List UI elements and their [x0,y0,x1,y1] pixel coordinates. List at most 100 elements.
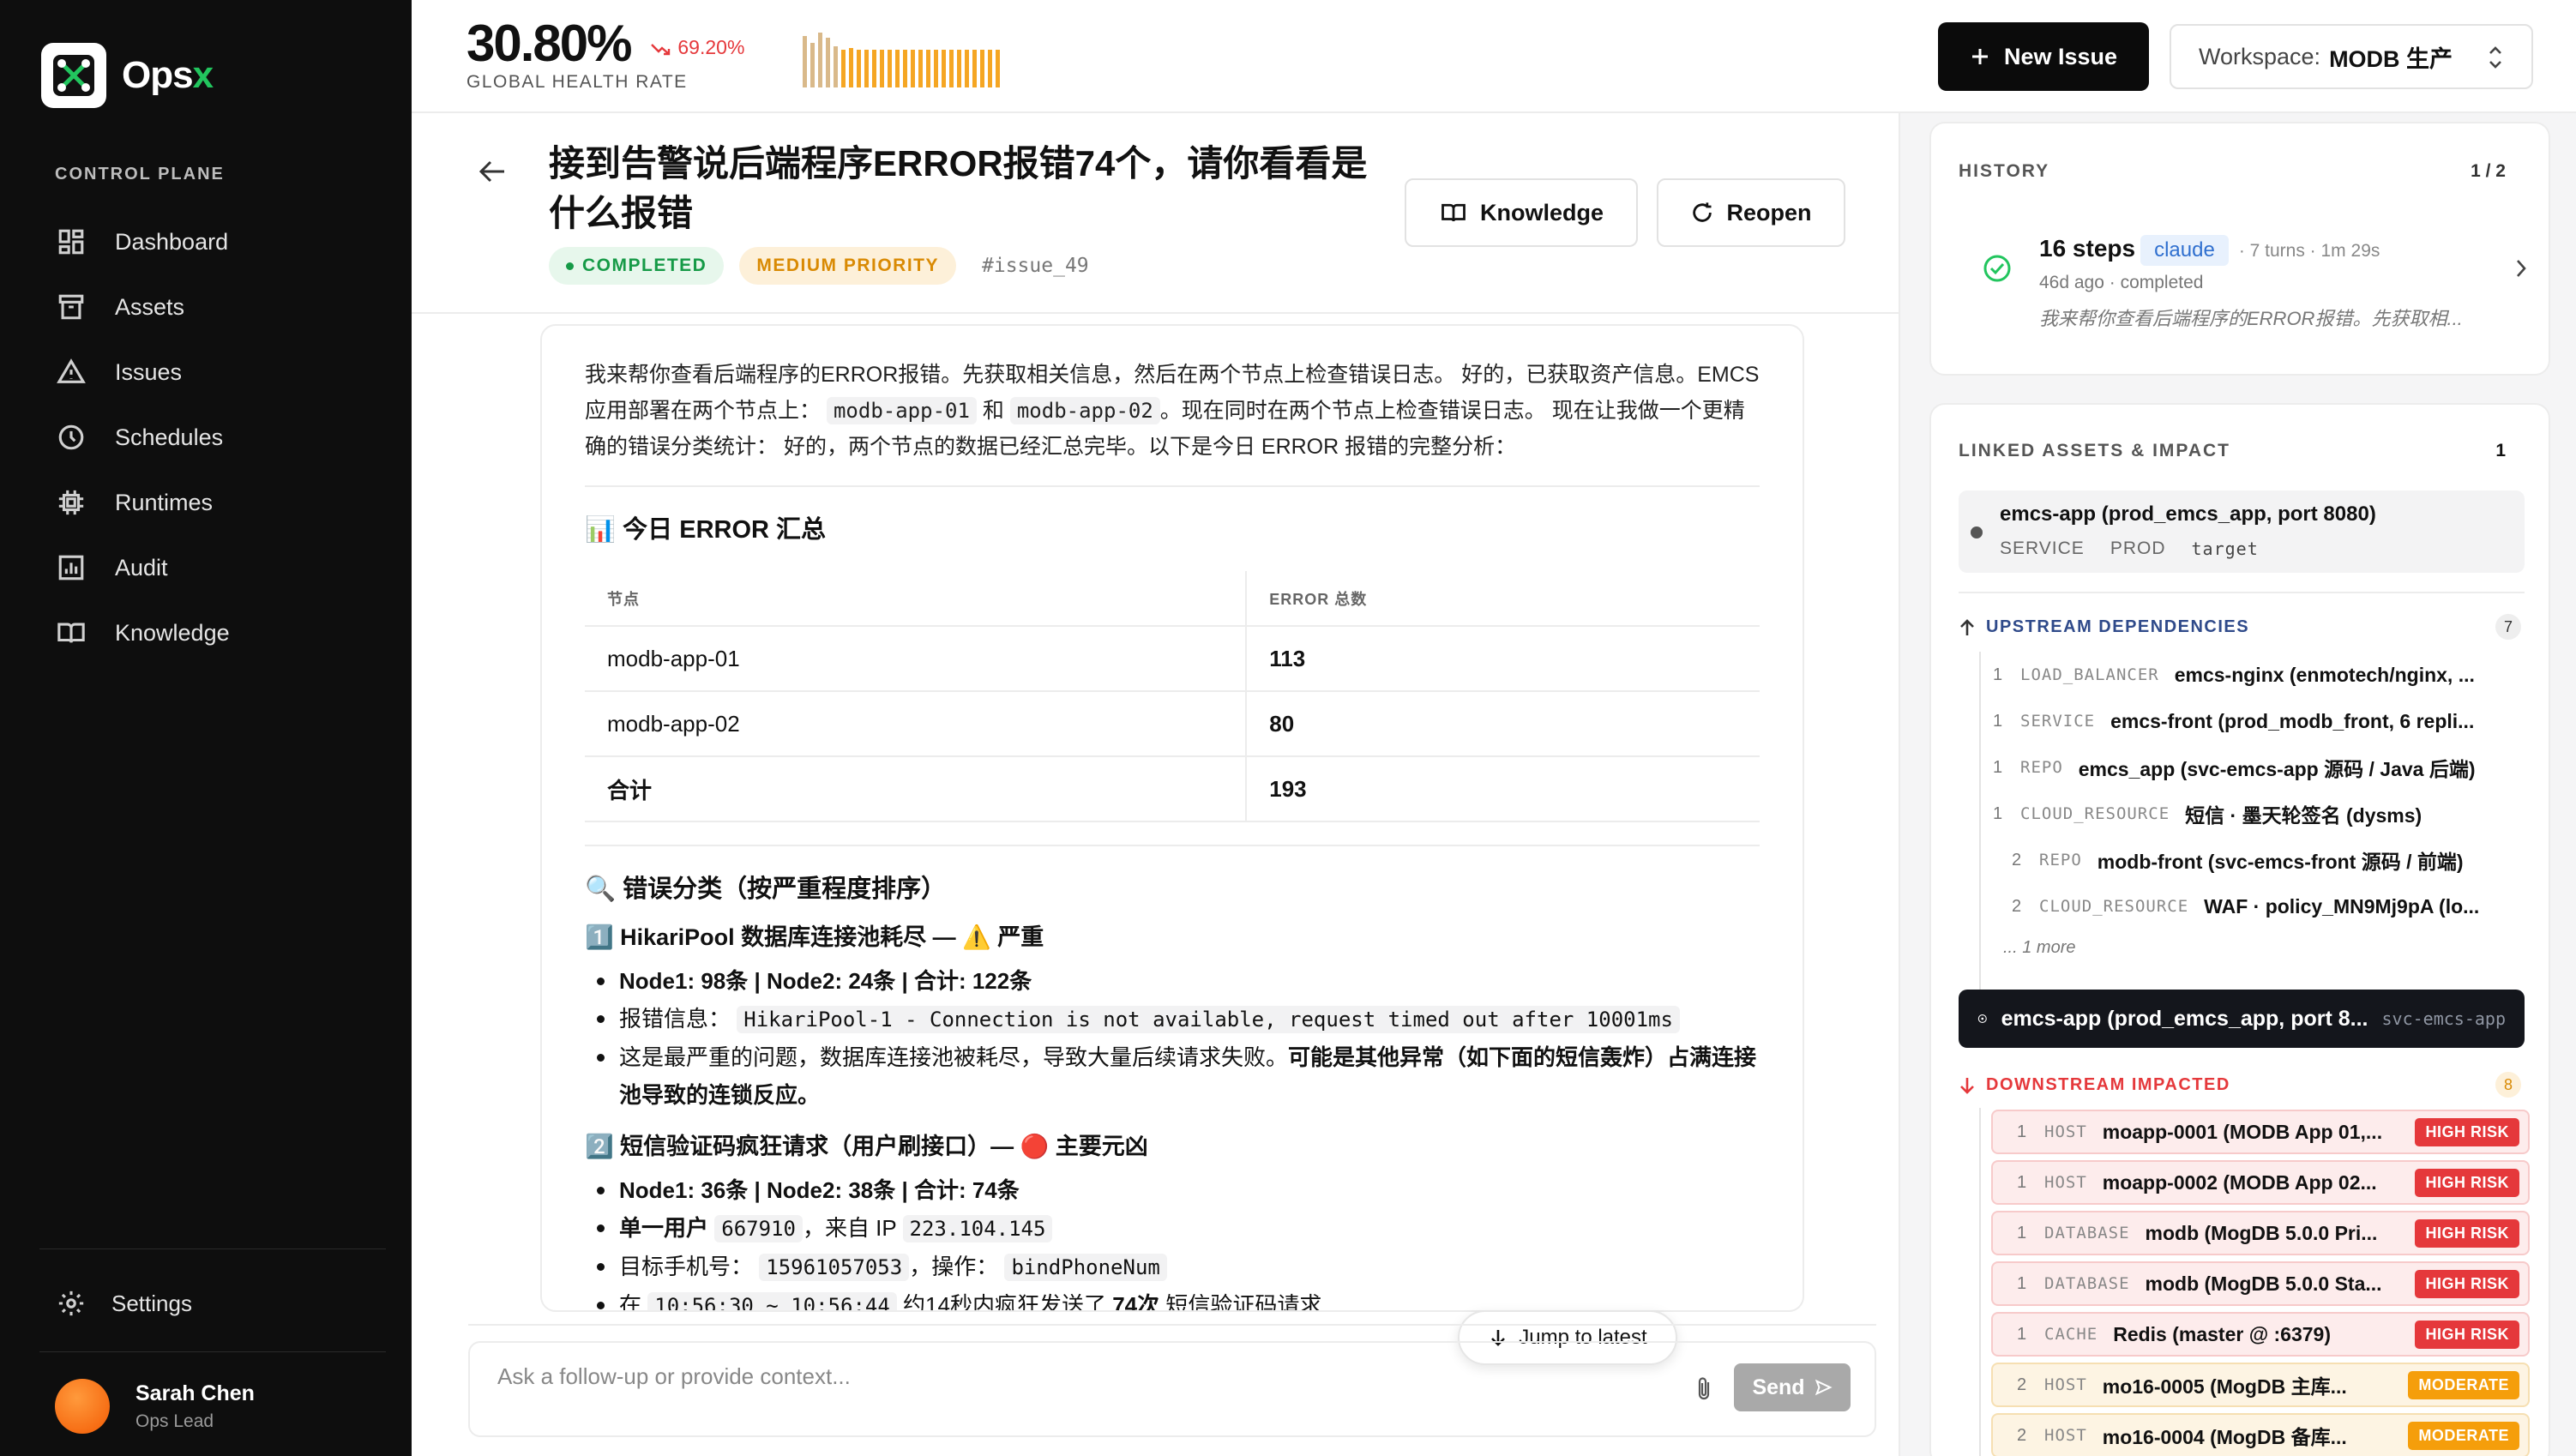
back-arrow-icon[interactable] [475,154,509,189]
table-header: ERROR 总数 [1245,571,1760,627]
knowledge-button[interactable]: Knowledge [1405,178,1638,247]
upstream-item[interactable]: 1 LOAD_BALANCER emcs-nginx (enmotech/nginx… [1993,652,2525,698]
history-meta: · 7 turns · 1m 29s [2238,241,2380,261]
sidebar-divider [39,1248,386,1249]
sidebar-item-issues[interactable]: Issues [39,340,382,405]
arrow-down-icon [1960,1077,1974,1094]
upstream-more[interactable]: ... 1 more [2003,938,2075,958]
category-list: Node1: 36条 | Node2: 38条 | 合计: 74条 单一用户 6… [585,1171,1760,1310]
reopen-button[interactable]: Reopen [1657,178,1845,247]
sparkline-bar [857,50,861,87]
sidebar-item-assets[interactable]: Assets [39,274,382,340]
brand-logo[interactable]: Opsx [41,43,214,108]
health-sparkline [803,29,1000,87]
sparkline-bar [942,50,946,87]
table-header: 节点 [585,571,1247,627]
book-icon [57,623,85,643]
sparkline-bar [834,46,838,87]
linked-assets-card: LINKED ASSETS & IMPACT 1 emcs-app (prod_… [1929,403,2550,1456]
linked-count: 1 [2495,441,2506,460]
history-sub: 46d ago · completed [2039,273,2204,292]
table-row: modb-app-01 113 [585,626,1760,692]
sparkline-bar [988,50,992,87]
gear-icon [58,1291,84,1316]
paperclip-icon[interactable] [1694,1375,1713,1403]
list-item: 报错信息： HikariPool-1 - Connection is not a… [585,1000,1760,1038]
sparkline-bar [949,50,954,87]
downstream-item[interactable]: 1 HOST moapp-0002 (MODB App 02... HIGH RISK [1991,1160,2530,1205]
downstream-item[interactable]: 1 CACHE Redis (master @ :6379) HIGH RISK [1991,1312,2530,1357]
sparkline-bar [864,50,869,87]
archive-icon [58,294,84,320]
followup-input[interactable]: Ask a follow-up or provide context... [468,1341,1876,1437]
send-button[interactable]: Send [1734,1363,1851,1411]
clock-icon [58,424,84,450]
upstream-item[interactable]: 2 REPO modb-front (svc-emcs-front 源码 / 前端) [2012,837,2543,883]
dashboard-icon [58,229,84,255]
brand-name: Opsx [122,54,214,96]
downstream-item[interactable]: 2 HOST mo16-0005 (MogDB 主库... MODERATE [1991,1363,2530,1407]
list-item: 单一用户 667910 ，来自 IP 223.104.145 [585,1209,1760,1248]
agent-badge: claude [2140,235,2229,266]
upstream-heading: UPSTREAM DEPENDENCIES [1959,617,2249,637]
sidebar-item-label: Issues [115,358,183,385]
sparkline-bar [841,50,846,87]
list-item: 在 10:56:30 ~ 10:56:44 约14秒内疯狂发送了 74次 短信验… [585,1286,1760,1310]
history-title: HISTORY [1959,161,2050,181]
logo-icon [41,43,106,108]
sidebar-item-audit[interactable]: Audit [39,535,382,600]
refresh-icon [1693,202,1712,222]
top-bar: 30.80% 69.20% GLOBAL HEALTH RATE New Iss… [412,0,2576,113]
sidebar-divider [39,1351,386,1352]
sparkline-bar [918,50,923,87]
health-rate-value: 30.80% [466,15,632,72]
downstream-count: 8 [2495,1072,2521,1098]
sparkline-bar [818,33,822,87]
sidebar-item-runtimes[interactable]: Runtimes [39,470,382,535]
downstream-item[interactable]: 1 HOST moapp-0001 (MODB App 01,... HIGH RIS… [1991,1110,2530,1154]
warning-icon [57,358,86,383]
sidebar-item-schedules[interactable]: Schedules [39,405,382,470]
workspace-label: Workspace: [2199,43,2321,69]
sidebar-item-knowledge[interactable]: Knowledge [39,600,382,665]
sidebar-item-settings[interactable]: Settings [39,1271,382,1336]
risk-badge: HIGH RISK [2415,1269,2519,1298]
issue-header: 接到告警说后端程序ERROR报错74个，请你看看是什么报错 COMPLETED … [412,113,1899,314]
chevron-right-icon [2517,260,2526,277]
risk-badge: MODERATE [2408,1421,2519,1450]
upstream-item[interactable]: 2 CLOUD_RESOURCE WAF · policy_MN9Mj9pA (lo… [2012,883,2543,930]
risk-badge: HIGH RISK [2415,1168,2519,1197]
error-summary-table: 节点 ERROR 总数 modb-app-01 113 modb-app-02 80… [585,571,1760,822]
risk-badge: HIGH RISK [2415,1117,2519,1146]
node-code: modb-app-01 [826,397,977,424]
upstream-item[interactable]: 1 CLOUD_RESOURCE 短信 · 墨天轮签名 (dysms) [1993,791,2525,837]
agent-message: 我来帮你查看后端程序的ERROR报错。先获取相关信息，然后在两个节点上检查错误日… [540,324,1804,1312]
sidebar-item-label: Schedules [115,424,224,450]
user-profile[interactable]: Sarah Chen Ops Lead [55,1379,255,1434]
workspace-select[interactable]: Workspace: MODB 生产 [2170,24,2533,89]
check-circle-icon [1983,255,2011,282]
sparkline-bar [965,50,969,87]
target-name: emcs-app (prod_emcs_app, port 8080) [2000,502,2376,526]
plus-icon [1971,49,1988,64]
sparkline-bar [957,50,961,87]
sidebar-item-dashboard[interactable]: Dashboard [39,209,382,274]
upstream-item[interactable]: 1 REPO emcs_app (svc-emcs-app 源码 / Java 后端… [1993,744,2525,791]
sparkline-bar [972,50,977,87]
send-icon [1815,1379,1833,1396]
divider [585,845,1760,846]
downstream-item[interactable]: 1 DATABASE modb (MogDB 5.0.0 Pri... HIGH RI… [1991,1211,2530,1255]
trend-down-icon [651,44,671,56]
history-card: HISTORY 1 / 2 16 steps claude · 7 turns · … [1929,122,2550,376]
sidebar: Opsx CONTROL PLANE Dashboard Assets Issu… [0,0,412,1456]
target-asset[interactable]: emcs-app (prod_emcs_app, port 8080) SERV… [1959,490,2525,573]
health-rate-label: GLOBAL HEALTH RATE [466,72,688,92]
downstream-item[interactable]: 2 HOST mo16-0004 (MogDB 备库... MODERATE [1991,1413,2530,1456]
status-badge: COMPLETED [549,247,725,285]
list-item: 目标手机号： 15961057053 ，操作： bindPhoneNum [585,1248,1760,1286]
downstream-item[interactable]: 1 DATABASE modb (MogDB 5.0.0 Sta... HIGH RI… [1991,1261,2530,1306]
current-asset[interactable]: emcs-app (prod_emcs_app, port 8... svc-e… [1959,990,2525,1048]
upstream-item[interactable]: 1 SERVICE emcs-front (prod_modb_front, 6 r… [1993,698,2525,744]
risk-badge: HIGH RISK [2415,1320,2519,1349]
new-issue-button[interactable]: New Issue [1938,22,2149,91]
